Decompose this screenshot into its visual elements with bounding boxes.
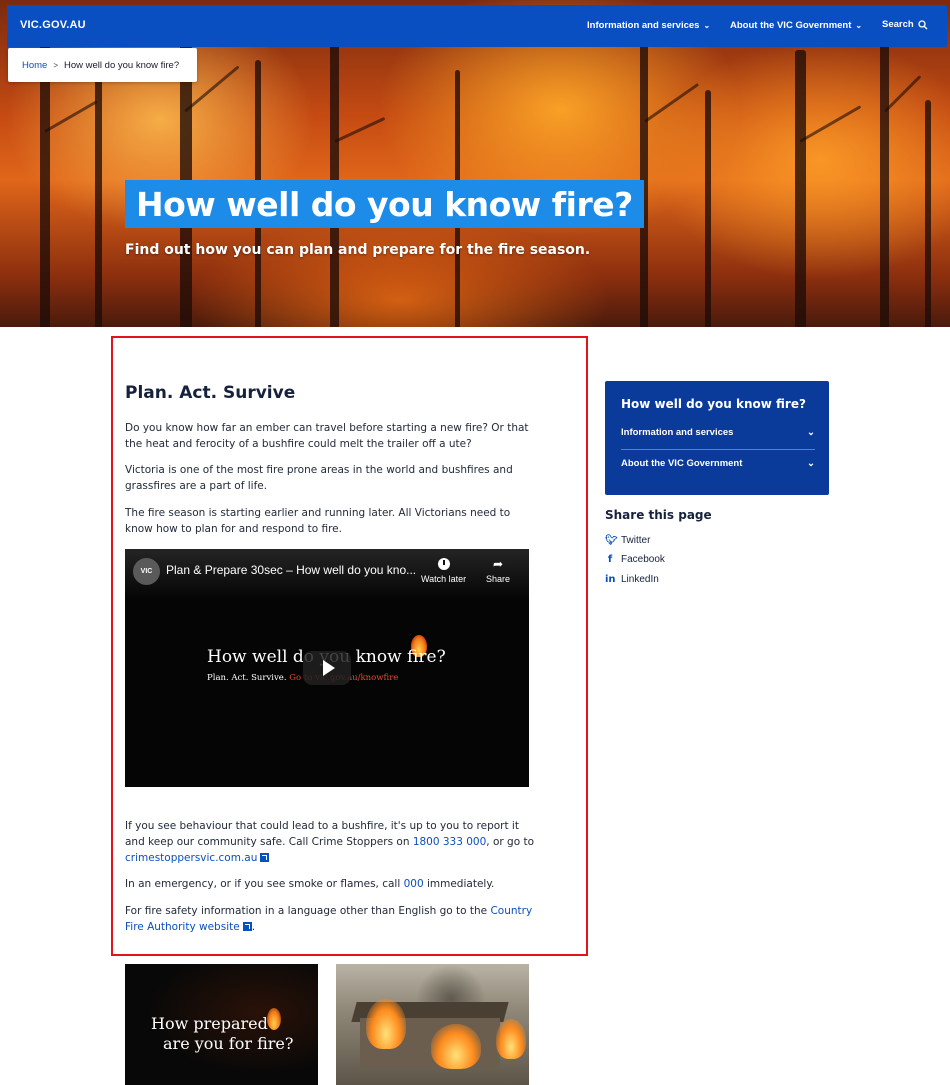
share-arrow-icon: ➦ [492,557,504,571]
page-title: How well do you know fire? [136,184,633,224]
linkedin-icon: in [605,574,616,585]
twitter-icon: 🐦︎ [605,535,618,546]
share-linkedin-link[interactable]: in LinkedIn [605,574,659,585]
breadcrumb-current: How well do you know fire? [64,59,180,71]
sidebar-item-label: Information and services [621,427,734,438]
paragraph-ember: Do you know how far an ember can travel … [125,422,529,450]
share-video-button[interactable]: ➦ Share [486,558,510,584]
share-twitter-label: Twitter [621,535,651,546]
play-button[interactable] [303,651,351,685]
card-house-fire-image[interactable] [336,964,529,1085]
chevron-down-icon: ⌄ [807,458,815,469]
nav-information-and-services[interactable]: Information and services ⌄ [587,20,710,31]
sidebar-item-label: About the VIC Government [621,458,743,469]
report-text-b: , or go to [486,836,535,848]
sidebar-divider [621,449,815,450]
channel-avatar-label: VIC [140,568,153,575]
nav-about-the-vic-government[interactable]: About the VIC Government ⌄ [730,20,862,31]
sidebar-title[interactable]: How well do you know fire? [621,397,806,411]
paragraph-fire-prone: Victoria is one of the most fire prone a… [125,464,513,492]
share-label: Share [486,574,511,584]
video-player[interactable]: VIC Plan & Prepare 30sec – How well do y… [125,549,529,787]
breadcrumb-separator: > [53,60,59,70]
external-link-icon [260,853,270,862]
paragraph-report-behaviour: If you see behaviour that could lead to … [125,818,535,866]
card-line-1: How prepared [151,1014,268,1033]
share-heading: Share this page [605,508,712,522]
facebook-icon: f [607,554,613,565]
card-image-text: How prepared are you for fire? [151,1014,293,1054]
sidebar-navigation: How well do you know fire? Information a… [605,381,829,495]
card-how-prepared[interactable]: How prepared are you for fire? [125,964,318,1085]
paragraph-fire-season: The fire season is starting earlier and … [125,507,511,535]
section-title: Plan. Act. Survive [125,383,296,403]
emergency-text-b: immediately. [423,878,495,890]
external-link-icon [242,922,252,931]
card-fire-shape [431,1024,481,1069]
hero-banner: VIC.GOV.AU Information and services ⌄ Ab… [0,0,950,327]
chevron-down-icon: ⌄ [855,20,863,30]
language-text-b: . [251,921,256,933]
video-subtext-tagline: Plan. Act. Survive. [207,673,287,683]
nav-label: Information and services [587,20,700,31]
share-facebook-link[interactable]: f Facebook [605,554,665,565]
crime-stoppers-website-link[interactable]: crimestoppersvic.com.au [125,852,257,864]
emergency-number-link[interactable]: 000 [404,878,424,890]
hero-subtitle: Find out how you can plan and prepare fo… [125,242,591,258]
chevron-down-icon: ⌄ [703,20,711,30]
language-text-a: For fire safety information in a languag… [125,905,491,917]
card-line-2: are you for fire? [163,1034,294,1053]
share-linkedin-label: LinkedIn [621,574,659,585]
search-icon [918,19,928,29]
channel-avatar[interactable]: VIC [133,558,160,585]
video-title[interactable]: Plan & Prepare 30sec – How well do you k… [166,563,416,577]
clock-icon [437,558,450,570]
emergency-text-a: In an emergency, or if you see smoke or … [125,878,404,890]
sidebar-item-about-the-vic-government[interactable]: About the VIC Government ⌄ [621,458,815,469]
card-fire-shape [366,999,406,1049]
site-logo[interactable]: VIC.GOV.AU [20,19,86,31]
sidebar-item-information-and-services[interactable]: Information and services ⌄ [621,427,815,438]
watch-later-button[interactable]: Watch later [421,558,466,584]
top-navigation-bar: VIC.GOV.AU Information and services ⌄ Ab… [7,5,947,47]
search-button[interactable]: Search [882,19,928,30]
paragraph-language: For fire safety information in a languag… [125,903,535,935]
share-twitter-link[interactable]: 🐦︎ Twitter [605,535,650,546]
breadcrumb: Home > How well do you know fire? [8,48,197,82]
crime-stoppers-phone-link[interactable]: 1800 333 000 [413,836,486,848]
breadcrumb-home-link[interactable]: Home [22,60,47,71]
search-label: Search [882,19,914,30]
chevron-down-icon: ⌄ [807,427,815,438]
play-icon [322,660,335,676]
hero-title-box: How well do you know fire? [125,180,644,228]
share-facebook-label: Facebook [621,554,665,565]
card-fire-shape [496,1019,526,1059]
watch-later-label: Watch later [421,574,467,584]
paragraph-emergency: In an emergency, or if you see smoke or … [125,876,535,892]
nav-label: About the VIC Government [730,20,852,31]
